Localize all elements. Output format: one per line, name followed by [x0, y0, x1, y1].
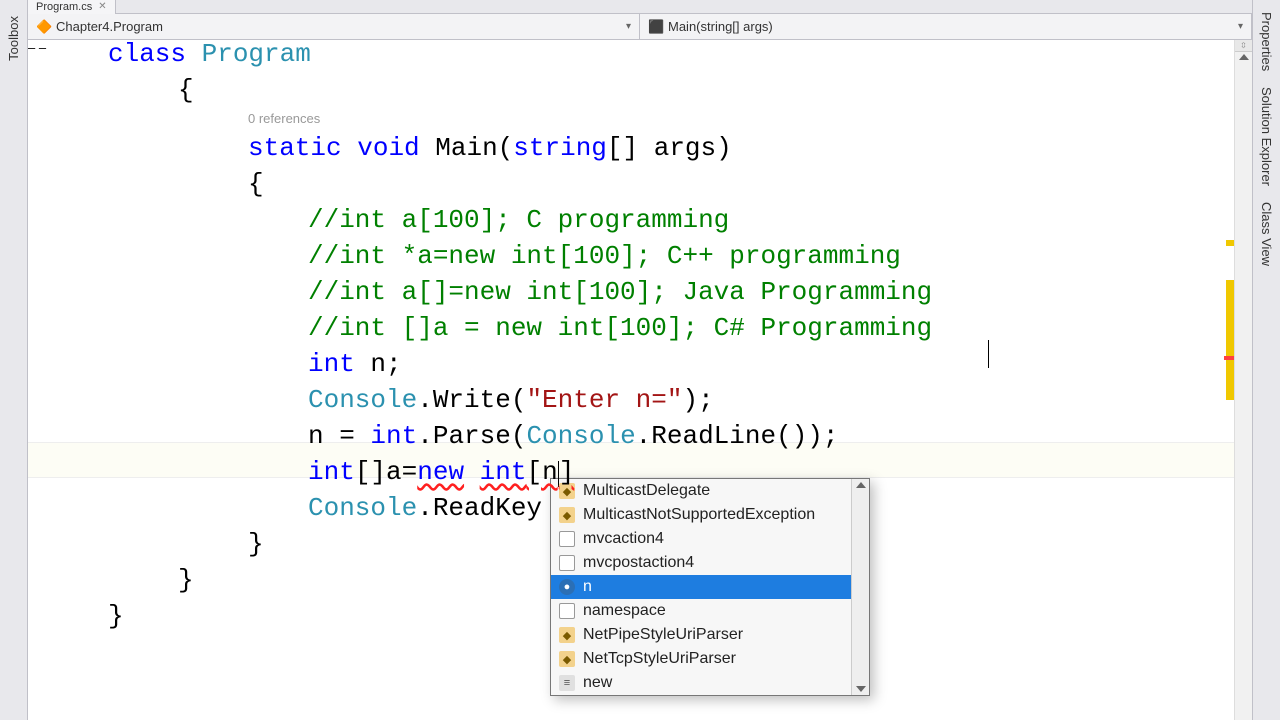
code-token: class	[108, 39, 186, 69]
intellisense-item-label: NetTcpStyleUriParser	[583, 650, 736, 668]
intellisense-item-label: mvcaction4	[583, 530, 664, 548]
properties-tab[interactable]: Properties	[1257, 6, 1276, 77]
class-view-tab[interactable]: Class View	[1257, 196, 1276, 272]
chevron-down-icon: ▾	[1238, 21, 1243, 32]
change-marker	[28, 55, 33, 455]
chevron-down-icon: ▾	[626, 21, 631, 32]
outline-toggle-icon[interactable]: –	[28, 40, 35, 55]
code-body[interactable]: ⇳ – – class Program { 0 referen	[28, 40, 1252, 720]
intellisense-item-label: n	[583, 578, 592, 596]
codelens-references[interactable]: 0 references	[108, 108, 1234, 130]
intellisense-item[interactable]: mvcpostaction4	[551, 551, 851, 575]
class-icon: 🔶	[36, 19, 50, 33]
class-dropdown-label: Chapter4.Program	[56, 19, 163, 34]
intellisense-item-selected[interactable]: ●n	[551, 575, 851, 599]
intellisense-item-label: mvcpostaction4	[583, 554, 694, 572]
member-dropdown-label: Main(string[] args)	[668, 19, 773, 34]
code-token: {	[108, 72, 1234, 108]
intellisense-item[interactable]: ≡ new	[551, 671, 851, 695]
keyword-icon: ≡	[559, 675, 575, 691]
snippet-icon	[559, 531, 575, 547]
outline-toggle-icon[interactable]: –	[39, 40, 46, 55]
right-toolbar: Properties Solution Explorer Class View	[1252, 0, 1280, 720]
intellisense-item-label: namespace	[583, 602, 666, 620]
snippet-icon	[559, 603, 575, 619]
intellisense-list[interactable]: ◆MulticastDelegate ◆MulticastNotSupporte…	[551, 479, 851, 695]
editor-area: Program.cs ✕ 🔶 Chapter4.Program ▾ ⬛ Main(s…	[28, 0, 1252, 720]
snippet-icon	[559, 555, 575, 571]
intellisense-item[interactable]: ◆ MulticastNotSupportedException	[551, 503, 851, 527]
method-icon: ⬛	[648, 19, 662, 33]
toolbox-tab[interactable]: Toolbox	[4, 8, 23, 69]
intellisense-item[interactable]: mvcaction4	[551, 527, 851, 551]
split-icon[interactable]: ⇳	[1235, 40, 1252, 52]
document-tab[interactable]: Program.cs ✕	[28, 0, 116, 14]
document-tab-row: Program.cs ✕	[28, 0, 1252, 14]
vertical-scrollbar[interactable]: ⇳	[1234, 40, 1252, 720]
document-tab-label: Program.cs	[36, 1, 92, 13]
intellisense-item[interactable]: ◆ NetPipeStyleUriParser	[551, 623, 851, 647]
delegate-icon: ◆	[559, 627, 575, 643]
solution-explorer-tab[interactable]: Solution Explorer	[1257, 81, 1276, 192]
intellisense-popup[interactable]: ◆MulticastDelegate ◆MulticastNotSupporte…	[550, 478, 870, 696]
variable-icon: ●	[559, 579, 575, 595]
close-icon[interactable]: ✕	[98, 1, 106, 12]
code-token: Program	[202, 39, 311, 69]
intellisense-item-label: MulticastNotSupportedException	[583, 506, 815, 524]
intellisense-item-label: new	[583, 674, 612, 692]
intellisense-item-label: NetPipeStyleUriParser	[583, 626, 743, 644]
intellisense-item[interactable]: ◆ NetTcpStyleUriParser	[551, 647, 851, 671]
scroll-up-icon[interactable]	[1239, 54, 1249, 60]
intellisense-scrollbar[interactable]	[851, 479, 869, 695]
delegate-icon: ◆	[559, 507, 575, 523]
intellisense-item[interactable]: namespace	[551, 599, 851, 623]
left-toolbar: Toolbox	[0, 0, 28, 720]
delegate-icon: ◆	[559, 651, 575, 667]
root: Toolbox Program.cs ✕ 🔶 Chapter4.Program ▾…	[0, 0, 1280, 720]
